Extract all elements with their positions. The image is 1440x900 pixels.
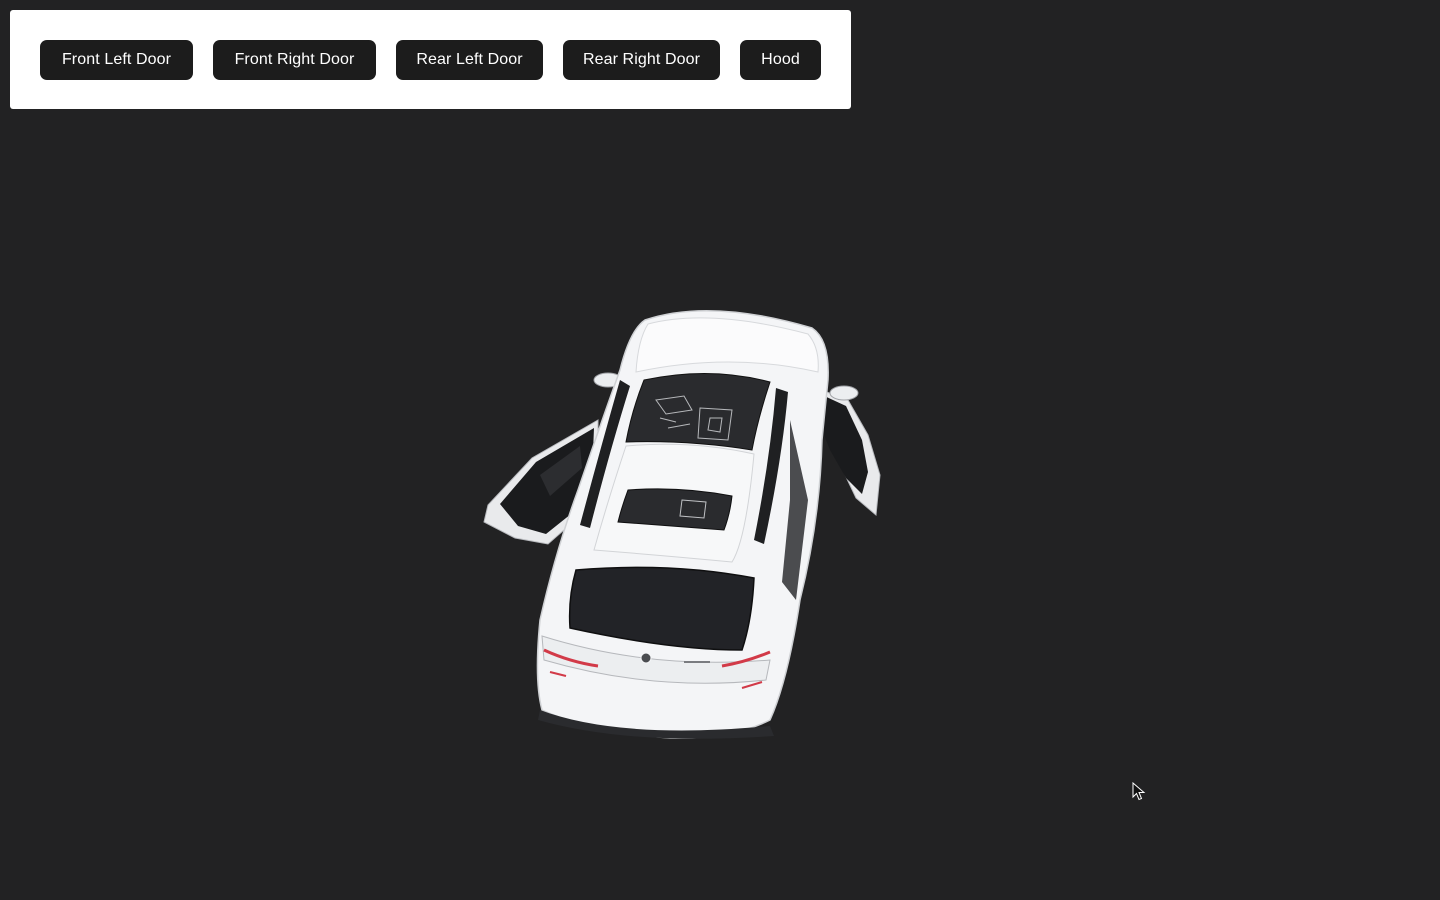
car-body [536, 309, 829, 739]
hood-button[interactable]: Hood [740, 40, 821, 80]
rear-right-door-button[interactable]: Rear Right Door [563, 40, 720, 80]
3d-viewport[interactable] [0, 120, 1440, 900]
front-right-door-button[interactable]: Front Right Door [213, 40, 376, 80]
rear-left-door-button[interactable]: Rear Left Door [396, 40, 543, 80]
front-left-door-button[interactable]: Front Left Door [40, 40, 193, 80]
door-control-toolbar: Front Left Door Front Right Door Rear Le… [10, 10, 851, 109]
arrow-cursor-icon [1132, 782, 1146, 801]
car-3d-model[interactable] [470, 300, 900, 740]
